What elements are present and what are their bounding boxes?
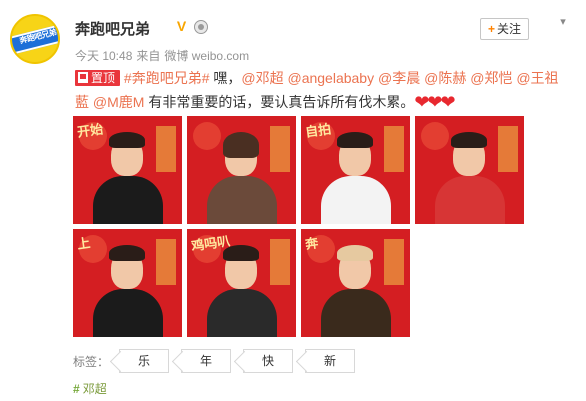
person-figure: [93, 289, 163, 337]
pinned-label: 置顶: [91, 71, 116, 85]
person-hair: [337, 245, 373, 261]
photo-decoration: [421, 122, 449, 150]
weibo-post-card: 奔跑吧兄弟 奔跑吧兄弟 V 今天 10:48 来自 微博 weibo.com + 关注…: [0, 0, 586, 401]
tag-item[interactable]: 新: [305, 349, 355, 373]
post-text-2: 有非常重要的话，要认真告诉所有伐木累。: [144, 94, 415, 110]
photo-thumbnail[interactable]: 自拍: [301, 116, 410, 224]
person-figure: [93, 176, 163, 224]
photo-decoration: [156, 239, 176, 285]
person-figure: [321, 289, 391, 337]
tag-label: 新: [323, 354, 336, 368]
person-hair: [223, 132, 259, 158]
photo-decoration: [498, 126, 518, 172]
mention-link[interactable]: @angelababy: [287, 70, 374, 86]
photo-decoration: [270, 239, 290, 285]
person-figure: [435, 176, 505, 224]
person-figure: [207, 176, 277, 224]
pinned-badge: 置顶: [75, 70, 121, 86]
tag-label: 乐: [137, 354, 150, 368]
person-hair: [337, 132, 373, 148]
tag-item[interactable]: 快: [243, 349, 293, 373]
pin-icon: [78, 72, 88, 83]
photo-caption: 上: [76, 235, 92, 252]
source-prefix: 来自: [136, 49, 161, 63]
hearts-emoji: ❤❤❤: [414, 92, 455, 112]
photo-caption: 自拍: [304, 121, 333, 140]
photo-thumbnail[interactable]: [187, 116, 296, 224]
person-figure: [321, 176, 391, 224]
photo-thumbnail[interactable]: [415, 116, 524, 224]
tag-label: 快: [261, 354, 274, 368]
post-text: 置顶 #奔跑吧兄弟# 嘿，@邓超 @angelababy @李晨 @陈赫 @郑恺…: [75, 66, 565, 114]
topic-link[interactable]: #奔跑吧兄弟#: [124, 70, 210, 86]
photo-decoration: [270, 126, 290, 172]
verified-icon: V: [174, 19, 189, 34]
medal-icon[interactable]: [194, 20, 208, 34]
mention-link[interactable]: @陈赫: [424, 70, 466, 86]
account-name[interactable]: 奔跑吧兄弟: [75, 18, 150, 39]
footer-topic-label: 邓超: [82, 382, 107, 396]
photo-decoration: [384, 126, 404, 172]
plus-icon: +: [487, 22, 495, 36]
person-hair: [223, 245, 259, 261]
photo-caption: 奔: [304, 235, 320, 252]
photo-thumbnail[interactable]: 上: [73, 229, 182, 337]
photo-caption: 开始: [76, 121, 105, 140]
photo-decoration: [193, 122, 221, 150]
person-hair: [109, 245, 145, 261]
footer-topic[interactable]: # 邓超: [73, 380, 107, 397]
post-time[interactable]: 今天 10:48: [75, 49, 132, 63]
photo-thumbnail[interactable]: 开始: [73, 116, 182, 224]
follow-button[interactable]: + 关注: [480, 18, 529, 40]
mention-link[interactable]: @M鹿M: [93, 94, 145, 110]
post-text-1: 嘿，: [209, 70, 242, 86]
follow-label: 关注: [497, 22, 522, 36]
mention-link[interactable]: @李晨: [378, 70, 420, 86]
photo-decoration: [156, 126, 176, 172]
account-avatar[interactable]: 奔跑吧兄弟: [10, 14, 60, 64]
photo-thumbnail[interactable]: 鸡吗叭: [187, 229, 296, 337]
tag-label: 年: [199, 354, 212, 368]
tag-item[interactable]: 年: [181, 349, 231, 373]
tags-label: 标签：: [73, 355, 110, 369]
hashtag-icon: #: [73, 382, 80, 396]
person-hair: [109, 132, 145, 148]
person-figure: [207, 289, 277, 337]
mention-link[interactable]: @郑恺: [470, 70, 512, 86]
person-hair: [451, 132, 487, 148]
photo-decoration: [384, 239, 404, 285]
mention-link[interactable]: @邓超: [241, 70, 283, 86]
photo-thumbnail[interactable]: 奔: [301, 229, 410, 337]
post-source[interactable]: 微博 weibo.com: [164, 49, 249, 63]
chevron-down-icon[interactable]: ▾: [555, 14, 571, 30]
post-meta: 今天 10:48 来自 微博 weibo.com: [75, 47, 253, 64]
tag-item[interactable]: 乐: [119, 349, 169, 373]
